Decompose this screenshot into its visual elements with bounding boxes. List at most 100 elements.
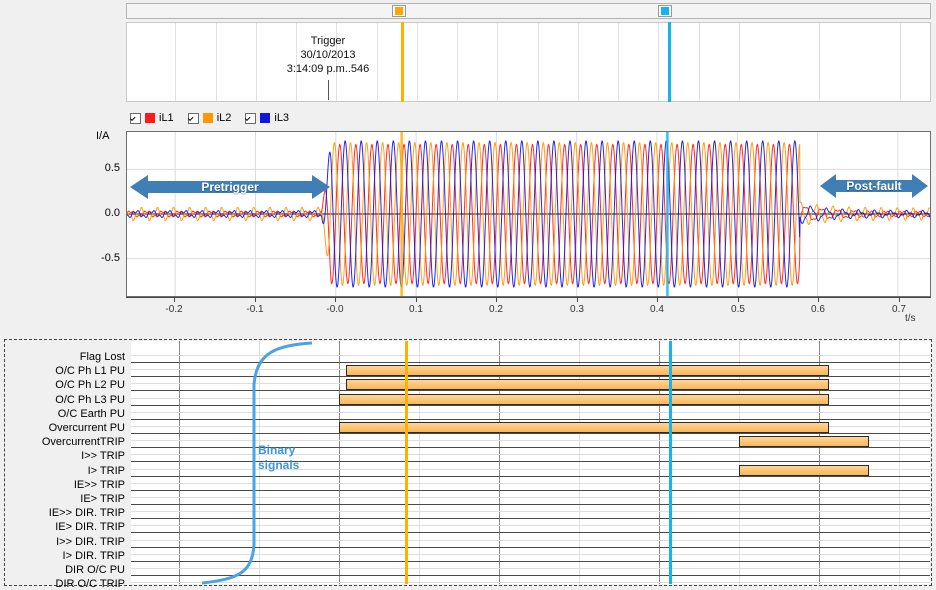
x-axis-label: t/s bbox=[905, 313, 916, 324]
binary-signal-label: OvercurrentTRIP bbox=[42, 437, 125, 448]
trigger-title: Trigger bbox=[263, 34, 393, 48]
legend-label: iL3 bbox=[274, 112, 289, 124]
fault-record-viewer: Trigger 30/10/2013 3:14:09 p.m..546 iL1i… bbox=[0, 0, 936, 588]
binary-signal-label: I>> DIR. TRIP bbox=[56, 537, 125, 548]
header-gridline bbox=[417, 23, 418, 101]
cursor-orange-binary[interactable] bbox=[405, 341, 408, 584]
binary-signal-label: DIR O/C PU bbox=[65, 565, 125, 576]
x-tick-mark bbox=[335, 297, 336, 302]
postfault-annotation: Post-fault bbox=[820, 171, 928, 201]
cursor-orange-header[interactable] bbox=[401, 22, 404, 102]
cursor-handle-orange-grip bbox=[395, 7, 403, 15]
checkbox-il3[interactable] bbox=[245, 113, 256, 124]
legend-item-il2[interactable]: iL2 bbox=[188, 112, 232, 124]
x-tick-mark bbox=[416, 297, 417, 302]
binary-signal-bar[interactable] bbox=[339, 394, 829, 405]
binary-signal-label: O/C Ph L1 PU bbox=[55, 366, 125, 377]
header-gridline bbox=[497, 23, 498, 101]
binary-signal-bar[interactable] bbox=[346, 379, 829, 390]
legend-item-il3[interactable]: iL3 bbox=[245, 112, 289, 124]
y-tick-label: -0.5 bbox=[88, 252, 120, 264]
cursor-cyan-header[interactable] bbox=[668, 22, 671, 102]
header-gridline bbox=[256, 23, 257, 101]
binary-signal-label: O/C Earth PU bbox=[58, 409, 125, 420]
channel-legend: iL1 iL2 iL3 bbox=[130, 110, 289, 126]
header-gridline bbox=[175, 23, 176, 101]
cursor-rail[interactable] bbox=[126, 3, 931, 19]
binary-signal-label: IE> DIR. TRIP bbox=[55, 522, 125, 533]
cursor-handle-cyan-grip bbox=[661, 7, 669, 15]
binary-signal-label: Overcurrent PU bbox=[49, 423, 125, 434]
color-swatch-il1 bbox=[145, 113, 155, 123]
x-tick-mark bbox=[577, 297, 578, 302]
y-tick-label: 0.5 bbox=[88, 162, 120, 174]
cursor-rail-track[interactable] bbox=[126, 3, 931, 19]
binary-signal-names: Flag LostO/C Ph L1 PUO/C Ph L2 PUO/C Ph … bbox=[5, 340, 131, 585]
binary-signal-label: IE> TRIP bbox=[80, 494, 125, 505]
binary-signals-annotation-line1: Binary bbox=[258, 443, 299, 458]
cursor-handle-cyan[interactable] bbox=[658, 5, 672, 17]
x-tick-label: 0.1 bbox=[401, 304, 431, 315]
x-tick-mark bbox=[174, 297, 175, 302]
checkbox-il2[interactable] bbox=[188, 113, 199, 124]
legend-label: iL2 bbox=[217, 112, 232, 124]
x-tick-label: -0.0 bbox=[320, 304, 350, 315]
postfault-label: Post-fault bbox=[820, 171, 928, 201]
x-tick-label: -0.2 bbox=[159, 304, 189, 315]
binary-signal-bar[interactable] bbox=[346, 365, 829, 376]
binary-signal-label: I> TRIP bbox=[88, 466, 125, 477]
binary-signal-label: I> DIR. TRIP bbox=[63, 551, 125, 562]
x-tick-mark bbox=[657, 297, 658, 302]
x-tick-label: 0.4 bbox=[642, 304, 672, 315]
legend-label: iL1 bbox=[159, 112, 174, 124]
checkbox-il1[interactable] bbox=[130, 113, 141, 124]
header-gridline bbox=[739, 23, 740, 101]
x-tick-mark bbox=[899, 297, 900, 302]
x-tick-mark bbox=[738, 297, 739, 302]
x-tick-label: 0.3 bbox=[562, 304, 592, 315]
pretrigger-label: Pretrigger bbox=[130, 172, 330, 202]
y-tick-label: 0.0 bbox=[88, 207, 120, 219]
analog-waveform-plot[interactable] bbox=[126, 131, 931, 297]
binary-signal-label: DIR O/C TRIP bbox=[56, 579, 125, 590]
x-tick-mark bbox=[496, 297, 497, 302]
pretrigger-annotation: Pretrigger bbox=[130, 172, 330, 202]
binary-signals-annotation: Binary signals bbox=[258, 443, 299, 473]
binary-signal-bar[interactable] bbox=[739, 465, 869, 476]
header-gridline bbox=[538, 23, 539, 101]
trigger-header-strip bbox=[126, 22, 931, 102]
binary-signal-label: I>> TRIP bbox=[81, 451, 125, 462]
binary-signal-label: O/C Ph L2 PU bbox=[55, 380, 125, 391]
x-tick-mark bbox=[818, 297, 819, 302]
legend-item-il1[interactable]: iL1 bbox=[130, 112, 174, 124]
color-swatch-il2 bbox=[203, 113, 213, 123]
trigger-info: Trigger 30/10/2013 3:14:09 p.m..546 bbox=[263, 34, 393, 76]
header-gridline bbox=[819, 23, 820, 101]
x-axis-line bbox=[126, 297, 931, 298]
header-gridline bbox=[216, 23, 217, 101]
x-tick-label: 0.2 bbox=[481, 304, 511, 315]
header-gridline bbox=[457, 23, 458, 101]
trigger-time: 3:14:09 p.m..546 bbox=[263, 62, 393, 76]
cursor-handle-orange[interactable] bbox=[392, 5, 406, 17]
x-tick-label: -0.1 bbox=[240, 304, 270, 315]
y-axis-label: I/A bbox=[96, 130, 109, 142]
trigger-marker bbox=[328, 80, 329, 100]
header-gridline bbox=[618, 23, 619, 101]
color-swatch-il3 bbox=[260, 113, 270, 123]
header-gridline bbox=[900, 23, 901, 101]
x-tick-label: 0.6 bbox=[803, 304, 833, 315]
header-gridline bbox=[699, 23, 700, 101]
header-gridline bbox=[578, 23, 579, 101]
trigger-date: 30/10/2013 bbox=[263, 48, 393, 62]
binary-signal-bar[interactable] bbox=[339, 422, 829, 433]
header-gridline bbox=[658, 23, 659, 101]
cursor-cyan-binary[interactable] bbox=[669, 341, 672, 584]
x-tick-mark bbox=[255, 297, 256, 302]
binary-signal-label: IE>> DIR. TRIP bbox=[49, 508, 125, 519]
binary-signals-annotation-line2: signals bbox=[258, 458, 299, 473]
binary-signal-label: IE>> TRIP bbox=[74, 480, 125, 491]
x-tick-label: 0.5 bbox=[723, 304, 753, 315]
binary-signal-label: O/C Ph L3 PU bbox=[55, 395, 125, 406]
binary-signal-bar[interactable] bbox=[739, 436, 869, 447]
